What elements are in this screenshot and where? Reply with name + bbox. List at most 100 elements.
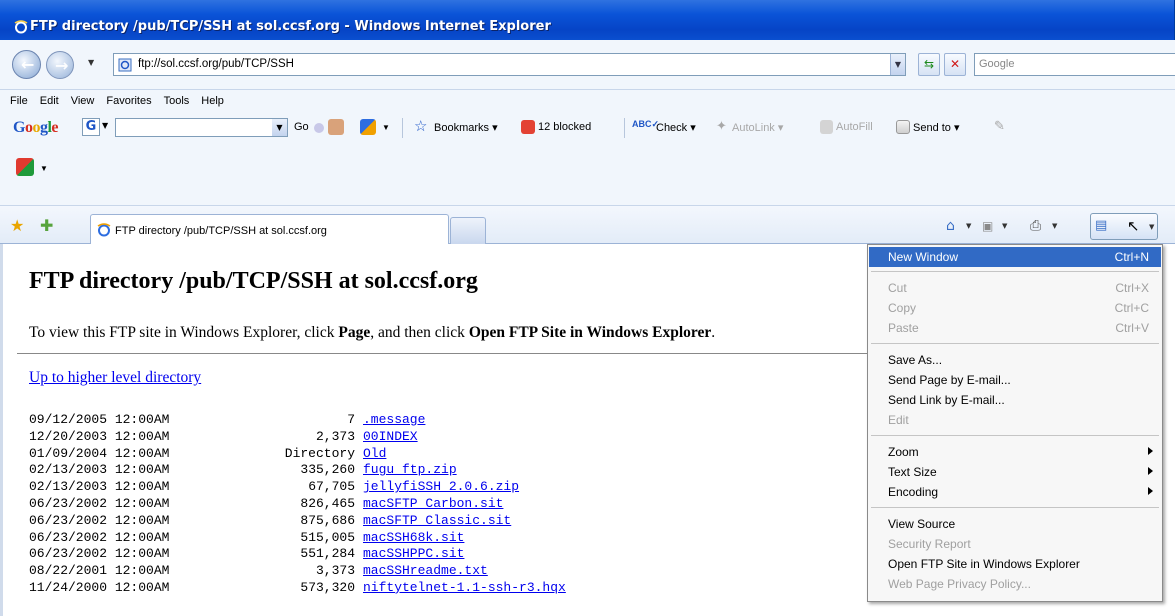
window-title: FTP directory /pub/TCP/SSH at sol.ccsf.o…	[30, 19, 551, 34]
translate-dropdown[interactable]: ▼	[40, 164, 48, 173]
page-icon	[118, 58, 132, 72]
print-icon[interactable]: ⎙	[1030, 218, 1041, 234]
file-link[interactable]: fugu_ftp.zip	[363, 462, 457, 477]
popup-blocked-count[interactable]: 12 blocked	[538, 121, 591, 133]
home-dropdown[interactable]: ▼	[966, 222, 971, 230]
menu-item-open-ftp[interactable]: Open FTP Site in Windows Explorer	[869, 554, 1161, 574]
feeds-icon[interactable]: ▣	[982, 219, 993, 233]
print-dropdown[interactable]: ▼	[1052, 222, 1057, 230]
feeds-dropdown[interactable]: ▼	[1002, 222, 1007, 230]
menu-item-encoding[interactable]: Encoding	[869, 482, 1161, 502]
spellcheck-icon[interactable]: ABC✓	[632, 119, 659, 130]
page-context-menu: New Window Ctrl+N Cut Ctrl+X Copy Ctrl+C Pa…	[867, 244, 1163, 602]
menu-item-security-report[interactable]: Security Report	[869, 534, 1161, 554]
news-dropdown[interactable]: ▼	[382, 123, 390, 132]
sendto-icon[interactable]	[896, 120, 910, 134]
file-row: 01/09/2004 12:00AM Directory Old	[29, 446, 566, 463]
refresh-button[interactable]: ⇆	[918, 53, 940, 76]
favorites-star-icon[interactable]: ★	[10, 216, 24, 235]
toolbar-options-icon[interactable]	[314, 123, 324, 133]
add-favorites-icon[interactable]: ✚	[40, 216, 53, 235]
file-link[interactable]: macSSH68k.sit	[363, 530, 464, 545]
translate-icon[interactable]	[16, 158, 34, 176]
file-row: 12/20/2003 12:00AM 2,373 00INDEX	[29, 429, 566, 446]
file-link[interactable]: macSFTP_Classic.sit	[363, 513, 511, 528]
bookmarks-button[interactable]: Bookmarks ▾	[434, 121, 498, 134]
file-link[interactable]: macSSHreadme.txt	[363, 563, 488, 578]
file-size: 826,465	[300, 495, 355, 511]
menu-item-new-window[interactable]: New Window Ctrl+N	[869, 247, 1161, 267]
menu-view[interactable]: View	[65, 90, 101, 107]
page-menu-button[interactable]: ▤ ↖ ▼	[1090, 213, 1158, 240]
file-date: 06/23/2002 12:00AM	[29, 495, 170, 511]
menu-edit[interactable]: Edit	[34, 90, 65, 107]
forward-arrow-icon: →	[55, 56, 69, 75]
google-menu-dropdown[interactable]: ▼	[102, 121, 108, 130]
popup-blocker-icon[interactable]	[521, 120, 535, 134]
file-date: 06/23/2002 12:00AM	[29, 529, 170, 545]
google-search-dropdown[interactable]: ▼	[272, 119, 287, 136]
file-date: 06/23/2002 12:00AM	[29, 546, 170, 562]
stop-button[interactable]: ✕	[944, 53, 966, 76]
file-link[interactable]: .message	[363, 412, 425, 427]
up-directory-link[interactable]: Up to higher level directory	[29, 369, 201, 387]
file-row: 06/23/2002 12:00AM 515,005 macSSH68k.sit	[29, 530, 566, 547]
file-date: 01/09/2004 12:00AM	[29, 445, 170, 461]
address-bar[interactable]: ftp://sol.ccsf.org/pub/TCP/SSH	[113, 53, 906, 76]
recent-pages-dropdown[interactable]: ▼	[88, 58, 94, 67]
new-tab-button[interactable]	[450, 217, 486, 244]
autofill-button[interactable]: AutoFill	[836, 121, 873, 133]
menu-item-label: New Window	[888, 250, 959, 264]
pagerank-icon[interactable]	[328, 119, 344, 135]
menu-help[interactable]: Help	[195, 90, 230, 107]
google-news-icon[interactable]	[360, 119, 376, 135]
search-input[interactable]: Google	[974, 53, 1175, 76]
mouse-cursor-icon: ↖	[1127, 217, 1140, 235]
file-size: 573,320	[300, 579, 355, 595]
file-link[interactable]: macSSHPPC.sit	[363, 546, 464, 561]
bookmarks-star-icon[interactable]: ☆	[414, 117, 427, 135]
google-go-button[interactable]: Go	[294, 121, 309, 133]
page-icon: ▤	[1095, 218, 1108, 233]
autolink-button[interactable]: AutoLink ▾	[732, 121, 783, 134]
file-link[interactable]: jellyfiSSH_2.0.6.zip	[363, 479, 519, 494]
intro-prefix: To view this FTP site in Windows Explore…	[29, 324, 339, 341]
file-link[interactable]: 00INDEX	[363, 429, 418, 444]
home-icon[interactable]: ⌂	[946, 218, 955, 234]
menu-item-view-source[interactable]: View Source	[869, 514, 1161, 534]
tab-ftp-directory[interactable]: FTP directory /pub/TCP/SSH at sol.ccsf.o…	[90, 214, 449, 244]
file-link[interactable]: macSFTP_Carbon.sit	[363, 496, 503, 511]
window-titlebar[interactable]: FTP directory /pub/TCP/SSH at sol.ccsf.o…	[0, 0, 1175, 40]
file-link[interactable]: niftytelnet-1.1-ssh-r3.hqx	[363, 580, 566, 595]
file-date: 09/12/2005 12:00AM	[29, 412, 170, 427]
address-dropdown[interactable]: ▼	[890, 54, 905, 75]
menu-item-label: Paste	[888, 321, 919, 335]
sendto-button[interactable]: Send to ▾	[913, 121, 960, 134]
menu-item-send-link[interactable]: Send Link by E-mail...	[869, 390, 1161, 410]
menu-item-save-as[interactable]: Save As...	[869, 350, 1161, 370]
menu-item-zoom[interactable]: Zoom	[869, 442, 1161, 462]
autolink-icon: ✦	[716, 118, 727, 133]
menu-item-privacy-policy[interactable]: Web Page Privacy Policy...	[869, 574, 1161, 594]
menu-item-text-size[interactable]: Text Size	[869, 462, 1161, 482]
menu-tools[interactable]: Tools	[158, 90, 196, 107]
sendto-label: Send to	[913, 122, 951, 134]
back-button[interactable]: ←	[12, 50, 41, 79]
google-search-input[interactable]: ▼	[115, 118, 288, 137]
spellcheck-button[interactable]: Check ▾	[656, 121, 696, 134]
menu-item-send-page[interactable]: Send Page by E-mail...	[869, 370, 1161, 390]
google-logo: Google	[13, 119, 59, 136]
highlight-pen-icon[interactable]: ✎	[994, 118, 1005, 134]
menu-item-edit[interactable]: Edit	[869, 410, 1161, 430]
forward-button[interactable]: →	[46, 51, 74, 79]
menu-item-label: Edit	[888, 413, 909, 427]
menu-item-copy[interactable]: Copy Ctrl+C	[869, 298, 1161, 318]
submenu-arrow-icon	[1148, 447, 1153, 455]
menu-item-cut[interactable]: Cut Ctrl+X	[869, 278, 1161, 298]
menu-file[interactable]: File	[0, 90, 34, 107]
file-link[interactable]: Old	[363, 446, 386, 461]
google-menu-button[interactable]: G	[82, 118, 100, 136]
menu-favorites[interactable]: Favorites	[100, 90, 157, 107]
menu-item-paste[interactable]: Paste Ctrl+V	[869, 318, 1161, 338]
file-listing: 09/12/2005 12:00AM 7 .message 12/20/2003 1…	[29, 412, 566, 597]
